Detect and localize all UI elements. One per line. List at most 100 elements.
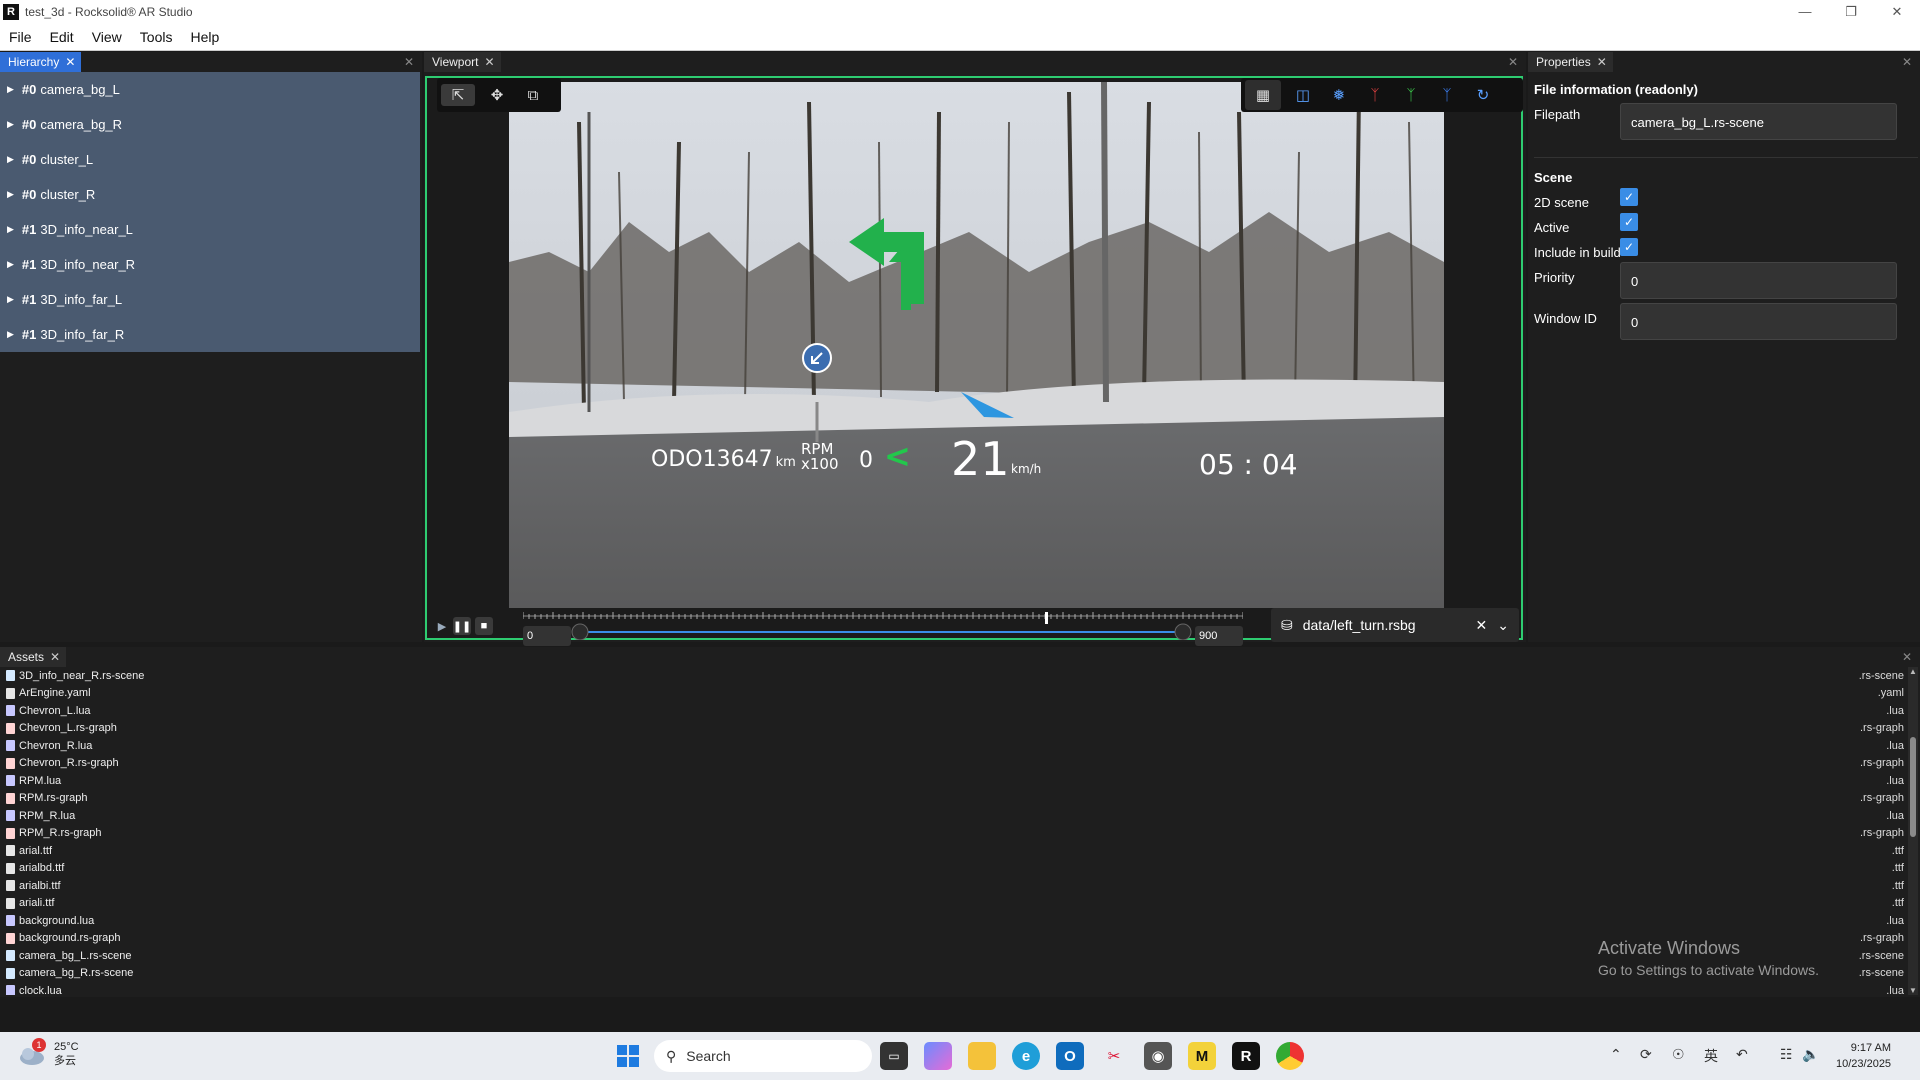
asset-row[interactable]: ArEngine.yaml .yaml (0, 685, 1908, 703)
wifi-icon[interactable]: ☷ (1780, 1046, 1793, 1063)
axis-z-icon[interactable]: ᛉ (1429, 80, 1465, 110)
asset-row[interactable]: arialbd.ttf .ttf (0, 860, 1908, 878)
hierarchy-item[interactable]: ▶ #0 camera_bg_R (0, 107, 420, 142)
hierarchy-item[interactable]: ▶ #0 cluster_L (0, 142, 420, 177)
hierarchy-item[interactable]: ▶ #1 3D_info_far_L (0, 282, 420, 317)
menu-file[interactable]: File (0, 29, 41, 45)
asset-row[interactable]: arial.ttf .ttf (0, 842, 1908, 860)
clear-icon[interactable]: ✕ (1476, 617, 1488, 634)
asset-row[interactable]: ariali.ttf .ttf (0, 895, 1908, 913)
chevron-down-icon[interactable]: ⌄ (1497, 617, 1509, 634)
expand-arrow-icon[interactable]: ▶ (7, 294, 14, 305)
panel-close-icon[interactable]: ✕ (1508, 55, 1518, 69)
camera-icon[interactable]: ◉ (1144, 1042, 1172, 1070)
asset-row[interactable]: RPM.rs-graph .rs-graph (0, 790, 1908, 808)
scale-tool-icon[interactable]: ⧉ (515, 80, 551, 110)
layout-icon[interactable]: ◫ (1285, 80, 1321, 110)
tab-assets[interactable]: Assets ✕ (0, 647, 67, 667)
edge-icon[interactable]: e (1012, 1042, 1040, 1070)
hierarchy-item[interactable]: ▶ #0 camera_bg_L (0, 72, 420, 107)
minimize-button[interactable]: — (1782, 0, 1828, 23)
tab-viewport[interactable]: Viewport ✕ (424, 52, 501, 72)
expand-arrow-icon[interactable]: ▶ (7, 224, 14, 235)
active-checkbox[interactable]: ✓ (1620, 213, 1638, 231)
panel-close-icon[interactable]: ✕ (1902, 650, 1912, 664)
tab-properties[interactable]: Properties ✕ (1528, 52, 1613, 72)
hierarchy-item[interactable]: ▶ #1 3D_info_far_R (0, 317, 420, 352)
asset-row[interactable]: RPM.lua .lua (0, 772, 1908, 790)
priority-field[interactable]: 0 (1620, 262, 1897, 299)
refresh-icon[interactable]: ↻ (1465, 80, 1501, 110)
expand-arrow-icon[interactable]: ▶ (7, 329, 14, 340)
gizmo-icon[interactable]: ❅ (1321, 80, 1357, 110)
window-id-field[interactable]: 0 (1620, 303, 1897, 340)
snipping-tool-icon[interactable]: ✂ (1100, 1042, 1128, 1070)
panel-close-icon[interactable]: ✕ (404, 55, 414, 69)
chrome-icon[interactable] (1276, 1042, 1304, 1070)
asset-row[interactable]: RPM_R.lua .lua (0, 807, 1908, 825)
asset-row[interactable]: clock.lua .lua (0, 982, 1908, 995)
expand-arrow-icon[interactable]: ▶ (7, 119, 14, 130)
camera-feed[interactable]: ODO13647 km RPM x100 0 < 21 km/h 05 : 04 (509, 82, 1444, 608)
asset-row[interactable]: Chevron_R.rs-graph .rs-graph (0, 755, 1908, 773)
grid-view-icon[interactable]: ▦ (1245, 80, 1281, 110)
range-start-field[interactable]: 0 (523, 626, 571, 646)
asset-row[interactable]: Chevron_L.rs-graph .rs-graph (0, 720, 1908, 738)
hierarchy-item[interactable]: ▶ #1 3D_info_near_R (0, 247, 420, 282)
volume-icon[interactable]: 🔈 (1802, 1046, 1819, 1063)
restore-button[interactable]: ❐ (1828, 0, 1874, 23)
hierarchy-item[interactable]: ▶ #0 cluster_R (0, 177, 420, 212)
tab-hierarchy[interactable]: Hierarchy ✕ (0, 52, 82, 72)
weather-widget[interactable]: 1 25°C 多云 (18, 1038, 79, 1068)
menu-edit[interactable]: Edit (41, 29, 83, 45)
asset-row[interactable]: RPM_R.rs-graph .rs-graph (0, 825, 1908, 843)
close-icon[interactable]: ✕ (65, 55, 75, 69)
viewport-frame[interactable]: ODO13647 km RPM x100 0 < 21 km/h 05 : 04 ⇱… (425, 76, 1523, 646)
select-tool-icon[interactable]: ⇱ (441, 84, 475, 106)
pause-button[interactable]: ❚❚ (453, 617, 471, 635)
axis-y-icon[interactable]: ᛉ (1393, 80, 1429, 110)
close-icon[interactable]: ✕ (484, 55, 494, 69)
windows-start-icon[interactable] (614, 1042, 642, 1070)
m-app-icon[interactable]: M (1188, 1042, 1216, 1070)
asset-row[interactable]: Chevron_L.lua .lua (0, 702, 1908, 720)
asset-row[interactable]: arialbi.ttf .ttf (0, 877, 1908, 895)
move-tool-icon[interactable]: ✥ (479, 80, 515, 110)
panel-close-icon[interactable]: ✕ (1902, 55, 1912, 69)
close-button[interactable]: ✕ (1874, 0, 1920, 23)
expand-arrow-icon[interactable]: ▶ (7, 189, 14, 200)
close-icon[interactable]: ✕ (50, 650, 60, 664)
security-icon[interactable]: ☉ (1672, 1046, 1685, 1063)
recording-selector[interactable]: ⛁ data/left_turn.rsbg ✕ ⌄ (1271, 608, 1519, 642)
expand-arrow-icon[interactable]: ▶ (7, 259, 14, 270)
rocksolid-taskbar-icon[interactable]: R (1232, 1042, 1260, 1070)
timeline[interactable]: 0 900 (522, 610, 1244, 646)
scroll-down-icon[interactable]: ▼ (1909, 986, 1917, 995)
clock[interactable]: 9:17 AM 10/23/2025 (1836, 1040, 1891, 1072)
scroll-thumb[interactable] (1910, 737, 1916, 837)
scroll-up-icon[interactable]: ▲ (1909, 667, 1917, 676)
sync-icon[interactable]: ⟳ (1640, 1046, 1652, 1063)
hierarchy-item[interactable]: ▶ #1 3D_info_near_L (0, 212, 420, 247)
asset-row[interactable]: background.lua .lua (0, 912, 1908, 930)
outlook-icon[interactable]: O (1056, 1042, 1084, 1070)
expand-arrow-icon[interactable]: ▶ (7, 84, 14, 95)
file-explorer-icon[interactable] (968, 1042, 996, 1070)
ime-indicator[interactable]: 英 (1704, 1046, 1718, 1066)
menu-tools[interactable]: Tools (131, 29, 182, 45)
copilot-icon[interactable] (924, 1042, 952, 1070)
filepath-field[interactable]: camera_bg_L.rs-scene (1620, 103, 1897, 140)
range-end-field[interactable]: 900 (1195, 626, 1243, 646)
stop-button[interactable]: ■ (475, 617, 493, 635)
close-icon[interactable]: ✕ (1597, 55, 1607, 69)
timeline-track[interactable] (522, 610, 1244, 641)
axis-x-icon[interactable]: ᛉ (1357, 80, 1393, 110)
taskbar-search[interactable]: ⚲ Search (654, 1040, 872, 1072)
chevron-up-icon[interactable]: ⌃ (1610, 1046, 1622, 1063)
menu-view[interactable]: View (83, 29, 131, 45)
task-view-icon[interactable]: ▭ (880, 1042, 908, 1070)
include-in-build-checkbox[interactable]: ✓ (1620, 238, 1638, 256)
input-mode-icon[interactable]: ↶ (1736, 1046, 1748, 1063)
scene-2d-checkbox[interactable]: ✓ (1620, 188, 1638, 206)
menu-help[interactable]: Help (181, 29, 228, 45)
